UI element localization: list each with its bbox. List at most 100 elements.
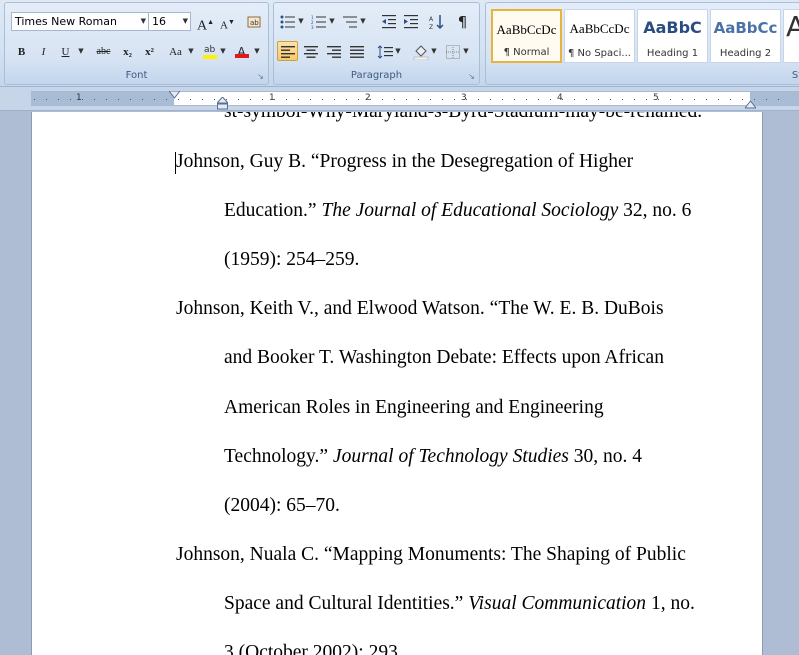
text-line[interactable]: (2004): 65–70. xyxy=(224,494,340,518)
justify-button[interactable] xyxy=(346,41,367,61)
decrease-indent-button[interactable] xyxy=(378,11,399,31)
increase-indent-icon xyxy=(403,15,418,29)
italic-button[interactable]: I xyxy=(33,41,54,61)
font-color-button[interactable]: A xyxy=(231,41,252,61)
show-hide-marks-button[interactable]: ¶ xyxy=(452,11,473,31)
font-color-swatch xyxy=(235,54,249,58)
strikethrough-button[interactable]: abc xyxy=(93,41,114,61)
style-sample: AaBbC xyxy=(643,18,702,37)
font-name-combo[interactable]: Times New Roman ▼ xyxy=(11,12,149,31)
bold-button[interactable]: B xyxy=(11,41,32,61)
align-left-button[interactable] xyxy=(277,41,298,61)
style-sample: AaBbCcDc xyxy=(496,22,557,37)
ruler-tick xyxy=(142,99,143,100)
change-case-dropdown[interactable]: ▼ xyxy=(187,41,195,61)
highlight-dropdown[interactable]: ▼ xyxy=(219,41,227,61)
font-color-dropdown[interactable]: ▼ xyxy=(253,41,261,61)
ruler-tick xyxy=(82,99,83,100)
paragraph-group: ▼ 1 2 3 ▼ ▼ A Z ¶ ▼ ▼ ▼ Paragraph ↘ xyxy=(273,2,480,85)
text-line[interactable]: Johnson, Keith V., and Elwood Watson. “T… xyxy=(176,297,664,321)
first-line-indent-marker[interactable] xyxy=(169,91,180,99)
numbering-button[interactable]: 1 2 3 xyxy=(308,11,329,31)
shrink-font-button[interactable]: A▼ xyxy=(217,11,238,32)
align-right-button[interactable] xyxy=(323,41,344,61)
text-line[interactable]: and Booker T. Washington Debate: Effects… xyxy=(224,346,664,370)
text-line[interactable]: 3 (October 2002): 293 xyxy=(224,641,398,655)
ruler-tick xyxy=(742,99,743,100)
ruler-tick xyxy=(610,99,611,100)
align-center-icon xyxy=(303,46,318,58)
highlight-button[interactable]: ab xyxy=(199,41,220,61)
style-normal[interactable]: AaBbCcDc ¶ Normal xyxy=(491,9,562,63)
ruler-number: 4 xyxy=(557,93,563,103)
ruler-right-margin xyxy=(750,92,799,105)
ruler-tick xyxy=(250,99,251,100)
font-size-value: 16 xyxy=(152,15,166,28)
ruler-tick xyxy=(130,99,131,100)
ruler-tick xyxy=(514,99,515,100)
style-no-spacing[interactable]: AaBbCcDc ¶ No Spaci... xyxy=(564,9,635,63)
ruler-tick xyxy=(322,99,323,100)
numbering-icon: 1 2 3 xyxy=(311,15,326,30)
text-line[interactable]: Johnson, Guy B. “Progress in the Desegre… xyxy=(176,150,633,174)
document-page[interactable]: st-symbol-Why-Maryland-s-Byrd-Stadium-ma… xyxy=(31,112,763,655)
multilevel-list-dropdown[interactable]: ▼ xyxy=(359,11,367,31)
ruler-tick xyxy=(730,99,731,100)
ruler-tick xyxy=(646,99,647,100)
bullets-button[interactable] xyxy=(277,11,298,31)
borders-icon xyxy=(445,45,460,59)
ruler-tick xyxy=(34,99,35,100)
style-title[interactable]: A xyxy=(783,9,799,63)
font-dialog-launcher-icon[interactable]: ↘ xyxy=(256,72,265,81)
ruler-tick xyxy=(286,99,287,100)
font-size-combo[interactable]: 16 ▼ xyxy=(148,12,191,31)
ruler-tick xyxy=(634,99,635,100)
horizontal-ruler[interactable]: 1 1 2 3 4 5 xyxy=(0,87,799,111)
sort-icon: A Z xyxy=(429,15,444,31)
ruler-tick xyxy=(574,99,575,100)
ruler-tick xyxy=(310,99,311,100)
ruler-tick xyxy=(154,99,155,100)
borders-dropdown[interactable]: ▼ xyxy=(462,41,470,61)
right-indent-marker[interactable] xyxy=(745,101,756,109)
increase-indent-button[interactable] xyxy=(400,11,421,31)
text-line[interactable]: American Roles in Engineering and Engine… xyxy=(224,396,604,420)
ruler-tick xyxy=(622,99,623,100)
style-heading-1[interactable]: AaBbC Heading 1 xyxy=(637,9,708,63)
ruler-tick xyxy=(418,99,419,100)
paragraph-dialog-launcher-icon[interactable]: ↘ xyxy=(467,72,476,81)
underline-button[interactable]: U xyxy=(55,41,76,61)
multilevel-list-button[interactable] xyxy=(339,11,360,31)
subscript-button[interactable]: x₂ xyxy=(117,41,138,61)
shading-button[interactable] xyxy=(410,41,431,61)
ruler-tick xyxy=(334,99,335,100)
text-line[interactable]: Space and Cultural Identities.” Visual C… xyxy=(224,592,695,616)
style-heading-2[interactable]: AaBbCc Heading 2 xyxy=(710,9,781,63)
text-line[interactable]: Technology.” Journal of Technology Studi… xyxy=(224,445,642,469)
underline-dropdown[interactable]: ▼ xyxy=(77,41,85,61)
svg-text:3: 3 xyxy=(311,25,314,29)
word-window: Times New Roman ▼ 16 ▼ A▲ A▼ ab B I U ▼ … xyxy=(0,0,799,655)
text-line[interactable]: (1959): 254–259. xyxy=(224,248,359,272)
text-line[interactable]: Johnson, Nuala C. “Mapping Monuments: Th… xyxy=(176,543,686,567)
font-name-value: Times New Roman xyxy=(15,15,117,28)
numbering-dropdown[interactable]: ▼ xyxy=(328,11,336,31)
line-spacing-dropdown[interactable]: ▼ xyxy=(394,41,402,61)
shading-dropdown[interactable]: ▼ xyxy=(430,41,438,61)
line-spacing-button[interactable] xyxy=(374,41,395,61)
eraser-icon: ab xyxy=(247,16,260,28)
text-line[interactable]: Education.” The Journal of Educational S… xyxy=(224,199,691,223)
ruler-tick xyxy=(490,99,491,100)
ruler-tick xyxy=(94,99,95,100)
borders-button[interactable] xyxy=(442,41,463,61)
bullets-dropdown[interactable]: ▼ xyxy=(297,11,305,31)
text-line[interactable]: st-symbol-Why-Maryland-s-Byrd-Stadium-ma… xyxy=(224,112,702,124)
change-case-button[interactable]: Aa xyxy=(165,41,186,61)
clear-formatting-button[interactable]: ab xyxy=(243,11,264,31)
grow-font-button[interactable]: A▲ xyxy=(195,11,216,34)
superscript-button[interactable]: x² xyxy=(139,41,160,61)
ruler-tick xyxy=(454,99,455,100)
hanging-indent-marker[interactable] xyxy=(217,97,228,110)
align-center-button[interactable] xyxy=(300,41,321,61)
sort-button[interactable]: A Z xyxy=(426,11,447,31)
